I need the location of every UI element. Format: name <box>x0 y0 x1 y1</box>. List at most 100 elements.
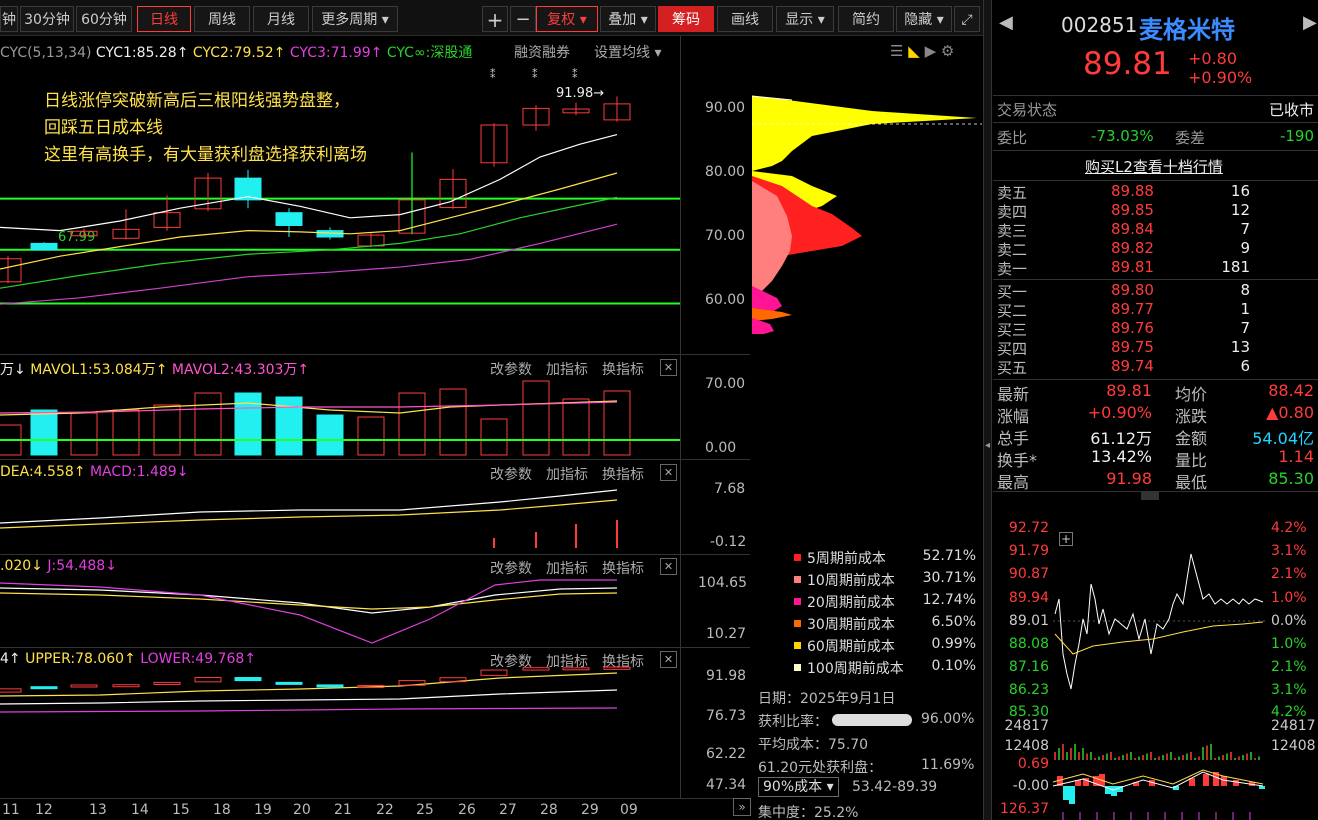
buy-level-row[interactable]: 买三 89.76 7 <box>993 319 1318 339</box>
quote-stat-row: 总手 61.12万 金额 54.04亿 <box>993 425 1318 448</box>
volume-bar <box>439 388 467 456</box>
d-line <box>0 592 618 610</box>
legend-value: 30.71% <box>922 570 976 586</box>
stock-name: 麦格米特 <box>1139 16 1235 44</box>
intraday-macd-bar <box>1063 786 1069 800</box>
chip-histogram <box>751 95 982 334</box>
boll-candle <box>112 684 140 688</box>
sell-level-row[interactable]: 卖三 89.84 7 <box>993 220 1318 240</box>
hide-dropdown[interactable]: 隐藏 ▾ <box>896 6 952 32</box>
intraday-chart[interactable]: + 92.72 91.79 90.87 89.94 89.01 88.08 87.16 86.… <box>993 514 1318 820</box>
sell-level-row[interactable]: 卖五 89.88 16 <box>993 182 1318 202</box>
period-60min-button[interactable]: 60分钟 <box>76 6 132 32</box>
level-price: 89.75 <box>1111 338 1154 356</box>
volume-bar <box>357 416 385 456</box>
level-price: 89.76 <box>1111 319 1154 337</box>
intraday-sub-tick: 24817 <box>1271 718 1316 734</box>
kline-pane[interactable]: CYC(5,13,34) CYC1:85.28↑ CYC2:79.52↑ CYC… <box>0 36 750 354</box>
zoom-out-button[interactable]: − <box>510 6 536 32</box>
quote-stat-cell: 最低 <box>1175 473 1208 492</box>
kdj-chart <box>0 579 618 644</box>
intraday-macd-bar <box>1203 774 1209 786</box>
boll-pane[interactable]: 4↑ UPPER:78.060↑ LOWER:49.768↑ 改参数 加指标 换… <box>0 648 750 798</box>
sell-level-row[interactable]: 卖四 89.85 12 <box>993 201 1318 221</box>
quote-stat-cell: 91.98 <box>1106 469 1152 488</box>
period-monthly-button[interactable]: 月线 <box>253 6 309 32</box>
buy-l2-link[interactable]: 购买L2查看十档行情 <box>1085 156 1223 177</box>
intraday-macd-bar <box>1111 786 1117 796</box>
quote-stat-cell: 13.42% <box>1090 447 1152 466</box>
event-marker-icon: ⁑ <box>572 68 578 81</box>
period-daily-button[interactable]: 日线 <box>137 6 191 32</box>
volume-pane[interactable]: 万↓ MAVOL1:53.084万↑ MAVOL2:43.303万↑ 改参数 加… <box>0 355 750 459</box>
date-tick: 28 <box>540 802 558 818</box>
chip-shape-20 <box>752 318 774 334</box>
level-label: 卖四 <box>997 203 1028 221</box>
boll-candle <box>0 688 22 693</box>
intraday-sub-tick: 12408 <box>1004 738 1049 754</box>
concentration: 集中度：25.2% <box>758 805 859 820</box>
volume-bar <box>480 418 508 456</box>
kdj-axis-tick: 10.27 <box>706 626 747 642</box>
display-dropdown[interactable]: 显示 ▾ <box>776 6 834 32</box>
chips-date: 日期：2025年9月1日 <box>758 691 896 707</box>
fuquan-dropdown[interactable]: 复权 ▾ <box>536 6 598 32</box>
chips-legend-item: 100周期前成本 0.10% <box>794 658 976 678</box>
chip-distribution: ☰ ◣ ▶ ⚙ <box>751 36 982 354</box>
volume-bar <box>522 380 550 456</box>
sell-level-row[interactable]: 卖二 89.82 9 <box>993 239 1318 259</box>
level-label: 买五 <box>997 359 1028 377</box>
period-min-button[interactable]: 钟 <box>0 6 18 32</box>
kline-chart: ⁑ ⁑ ⁑ <box>0 68 680 305</box>
kdj-pane[interactable]: .020↓ J:54.488↓ 改参数 加指标 换指标 ✕ 104.65 10.… <box>0 555 750 647</box>
buy-level-row[interactable]: 买一 89.80 8 <box>993 281 1318 301</box>
prev-stock-icon[interactable]: ◀ <box>999 12 1013 33</box>
fullscreen-icon[interactable]: ⤢ <box>954 6 980 32</box>
boll-axis-tick: 91.98 <box>706 668 747 684</box>
chips-button[interactable]: 筹码 <box>658 6 714 32</box>
overlay-dropdown[interactable]: 叠加 ▾ <box>600 6 656 32</box>
period-30min-button[interactable]: 30分钟 <box>20 6 74 32</box>
buy-level-row[interactable]: 买二 89.77 1 <box>993 300 1318 320</box>
quote-stat-cell: 涨幅 <box>997 407 1030 426</box>
period-weekly-button[interactable]: 周线 <box>194 6 250 32</box>
expand-right-icon[interactable]: » <box>733 798 751 816</box>
simple-button[interactable]: 简约 <box>838 6 894 32</box>
volume-bar <box>603 390 631 456</box>
trade-status-row: 交易状态 已收市 <box>997 101 1314 119</box>
boll-candle <box>316 684 344 688</box>
next-stock-icon[interactable]: ▶ <box>1303 12 1317 33</box>
macd-pane[interactable]: DEA:4.558↑ MACD:1.489↓ 改参数 加指标 换指标 ✕ 7.6… <box>0 460 750 554</box>
quote-stat-cell: 换手* <box>997 451 1038 470</box>
cost-percent-dropdown[interactable]: 90%成本 ▾ <box>758 777 839 797</box>
event-marker-icon: ⁑ <box>532 68 538 81</box>
legend-label: 10周期前成本 <box>807 573 895 589</box>
buy-level-row[interactable]: 买五 89.74 6 <box>993 357 1318 377</box>
quote-stat-cell: 均价 <box>1175 385 1208 404</box>
level-volume: 16 <box>1230 182 1250 200</box>
quote-stat-row: 最新 89.81 均价 88.42 <box>993 381 1318 404</box>
level-volume: 1 <box>1240 300 1250 318</box>
sell-level-row[interactable]: 卖一 89.81 181 <box>993 258 1318 278</box>
more-periods-dropdown[interactable]: 更多周期 ▾ <box>312 6 398 32</box>
level-label: 卖三 <box>997 222 1028 240</box>
intraday-macd-bar <box>1233 780 1239 786</box>
quote-stat-cell: 1.14 <box>1278 447 1314 466</box>
volume-bar <box>562 398 590 456</box>
date-tick: 25 <box>416 802 434 818</box>
zoom-in-button[interactable]: + <box>482 6 508 32</box>
volume-bar <box>316 414 344 456</box>
kdj-axis-tick: 104.65 <box>698 575 747 591</box>
candle-body <box>0 258 22 283</box>
vol-axis-tick: 70.00 <box>705 376 746 392</box>
panel-splitter[interactable]: ◂ <box>983 0 992 820</box>
level-price: 89.74 <box>1111 357 1154 375</box>
buy-level-row[interactable]: 买四 89.75 13 <box>993 338 1318 358</box>
price-change-pct: +0.90% <box>1188 68 1253 87</box>
chips-legend-item: 60周期前成本 0.99% <box>794 636 976 656</box>
collapse-handle[interactable] <box>1141 492 1159 500</box>
chips-legend-item: 30周期前成本 6.50% <box>794 614 976 634</box>
level-volume: 181 <box>1221 258 1250 276</box>
draw-line-button[interactable]: 画线 <box>717 6 773 32</box>
quote-stat-row: 最高 91.98 最低 85.30 <box>993 469 1318 492</box>
